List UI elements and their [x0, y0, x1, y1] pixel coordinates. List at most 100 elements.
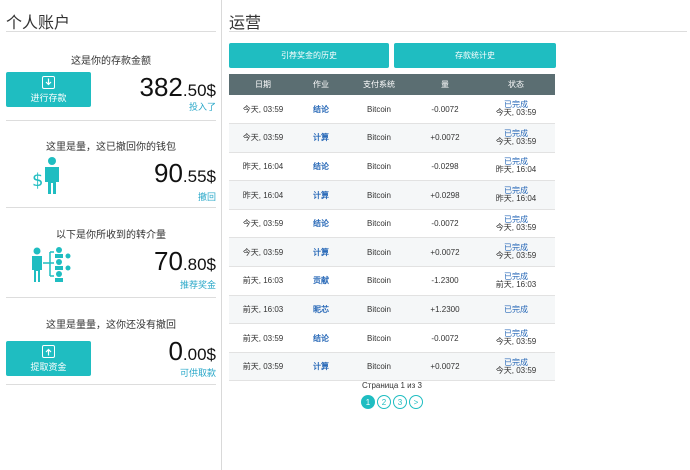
- cell-operation[interactable]: 结论: [297, 95, 345, 125]
- cell-operation[interactable]: 结论: [297, 209, 345, 239]
- cell-system: Bitcoin: [345, 352, 413, 382]
- cell-operation[interactable]: 计算: [297, 123, 345, 153]
- cell-operation[interactable]: 计算: [297, 237, 345, 268]
- cell-amount: -0.0072: [413, 95, 477, 125]
- cell-status: 已完成 今天, 03:59: [477, 95, 555, 125]
- page-1-button[interactable]: 1: [361, 395, 375, 409]
- cell-date: 今天, 03:59: [229, 123, 297, 153]
- deposit-amount: 382.50$: [140, 72, 216, 103]
- cell-status: 已完成 昨天, 16:04: [477, 152, 555, 182]
- account-panel-title: 个人账户: [6, 15, 71, 32]
- cell-operation[interactable]: 昵芯: [297, 295, 345, 325]
- available-amount: 0.00$: [168, 336, 216, 367]
- referral-history-button[interactable]: 引荐奖金的历史: [229, 43, 389, 68]
- cell-amount: -0.0072: [413, 323, 477, 353]
- divider: [229, 31, 687, 32]
- page-2-button[interactable]: 2: [377, 395, 391, 409]
- make-deposit-button[interactable]: 进行存款: [6, 72, 91, 107]
- withdraw-funds-button[interactable]: 提取资金: [6, 341, 91, 376]
- column-header-status: 状态: [477, 74, 555, 95]
- withdrawn-amount-frac: .55$: [182, 167, 216, 186]
- referral-block: 以下是你所收到的转介量 70.80$ 推荐奖金: [6, 220, 216, 292]
- table-row: 今天, 03:59 计算 Bitcoin +0.0072 已完成 今天, 03:59: [229, 237, 555, 268]
- table-row: 今天, 03:59 结论 Bitcoin -0.0072 已完成 今天, 03:59: [229, 95, 555, 125]
- column-header-amount: 量: [413, 74, 477, 95]
- download-icon: [42, 75, 55, 89]
- referral-amount-frac: .80$: [182, 255, 216, 274]
- status-time: 昨天, 16:04: [495, 194, 537, 204]
- pagination: 1 2 3 >: [361, 395, 423, 409]
- cell-amount: +0.0072: [413, 352, 477, 382]
- cell-amount: +0.0072: [413, 123, 477, 153]
- cell-amount: -0.0072: [413, 209, 477, 239]
- status-time: 前天, 16:03: [495, 279, 537, 289]
- referral-network-icon: [30, 246, 72, 291]
- status-time: 今天, 03:59: [495, 108, 537, 118]
- divider: [6, 384, 216, 385]
- cell-amount: +0.0298: [413, 180, 477, 210]
- cell-date: 前天, 16:03: [229, 295, 297, 325]
- column-header-system: 支付系统: [345, 74, 413, 95]
- divider: [6, 297, 216, 298]
- next-page-button[interactable]: >: [409, 395, 423, 409]
- divider: [6, 120, 216, 121]
- table-row: 前天, 16:03 贡献 Bitcoin -1.2300 已完成 前天, 16:03: [229, 266, 555, 296]
- table-row: 今天, 03:59 结论 Bitcoin -0.0072 已完成 今天, 03:59: [229, 209, 555, 239]
- status-time: 今天, 03:59: [495, 251, 537, 261]
- table-row: 前天, 03:59 计算 Bitcoin +0.0072 已完成 今天, 03:59: [229, 352, 555, 382]
- cell-amount: +0.0072: [413, 237, 477, 268]
- withdrawn-heading: 这里是量，这已撤回你的钱包: [46, 142, 176, 153]
- table-row: 昨天, 16:04 结论 Bitcoin -0.0298 已完成 昨天, 16:04: [229, 152, 555, 182]
- deposit-stats-button[interactable]: 存款统计史: [394, 43, 556, 68]
- referral-bonus-link[interactable]: 推荐奖金: [180, 278, 216, 291]
- divider: [6, 207, 216, 208]
- withdraw-funds-label: 提取资金: [30, 361, 67, 372]
- operations-table: 日期 作业 支付系统 量 状态 今天, 03:59 结论 Bitcoin -0.007…: [229, 74, 555, 382]
- table-row: 前天, 03:59 结论 Bitcoin -0.0072 已完成 今天, 03:59: [229, 323, 555, 353]
- cell-operation[interactable]: 结论: [297, 323, 345, 353]
- make-deposit-label: 进行存款: [30, 92, 67, 103]
- operations-title: 运营: [229, 15, 262, 32]
- cell-system: Bitcoin: [345, 123, 413, 153]
- cell-status: 已完成 今天, 03:59: [477, 323, 555, 353]
- column-header-date: 日期: [229, 74, 297, 95]
- cell-operation[interactable]: 贡献: [297, 266, 345, 296]
- cell-status: 已完成 昨天, 16:04: [477, 180, 555, 210]
- referral-amount: 70.80$: [154, 246, 216, 277]
- invested-link[interactable]: 投入了: [189, 100, 216, 113]
- withdrawn-link[interactable]: 撤回: [198, 190, 216, 203]
- column-header-operation: 作业: [297, 74, 345, 95]
- table-row: 前天, 16:03 昵芯 Bitcoin +1.2300 已完成: [229, 295, 555, 325]
- cell-status: 已完成 今天, 03:59: [477, 237, 555, 268]
- available-amount-frac: .00$: [182, 345, 216, 364]
- cell-amount: -1.2300: [413, 266, 477, 296]
- cell-system: Bitcoin: [345, 237, 413, 268]
- available-withdraw-link[interactable]: 可供取款: [180, 366, 216, 379]
- withdrawn-amount-int: 90: [153, 158, 183, 188]
- person-money-icon: $: [30, 156, 66, 201]
- cell-system: Bitcoin: [345, 209, 413, 239]
- cell-status: 已完成 今天, 03:59: [477, 352, 555, 382]
- account-panel: 个人账户 这是你的存款金额 进行存款 382.50$ 投入了 这里是量，这已撤回…: [0, 0, 222, 470]
- cell-date: 昨天, 16:04: [229, 152, 297, 182]
- referral-amount-int: 70: [153, 246, 183, 276]
- referral-heading: 以下是你所收到的转介量: [56, 230, 166, 241]
- pagination-info: Страница 1 из 3: [362, 381, 422, 390]
- status-time: 今天, 03:59: [495, 222, 537, 232]
- cell-operation[interactable]: 计算: [297, 352, 345, 382]
- withdrawn-block: 这里是量，这已撤回你的钱包 $ 90.55$ 撤回: [6, 132, 216, 204]
- page-3-button[interactable]: 3: [393, 395, 407, 409]
- deposit-amount-int: 382: [139, 72, 183, 102]
- status-text: 已完成: [504, 304, 528, 314]
- cell-operation[interactable]: 计算: [297, 180, 345, 210]
- cell-status: 已完成 前天, 16:03: [477, 266, 555, 296]
- cell-date: 前天, 16:03: [229, 266, 297, 296]
- cell-system: Bitcoin: [345, 323, 413, 353]
- cell-operation[interactable]: 结论: [297, 152, 345, 182]
- deposit-heading: 这是你的存款金额: [71, 56, 151, 67]
- withdrawn-amount: 90.55$: [154, 158, 216, 189]
- status-time: 今天, 03:59: [495, 136, 537, 146]
- cell-system: Bitcoin: [345, 95, 413, 125]
- svg-text:$: $: [32, 170, 43, 191]
- deposit-amount-frac: .50$: [182, 81, 216, 100]
